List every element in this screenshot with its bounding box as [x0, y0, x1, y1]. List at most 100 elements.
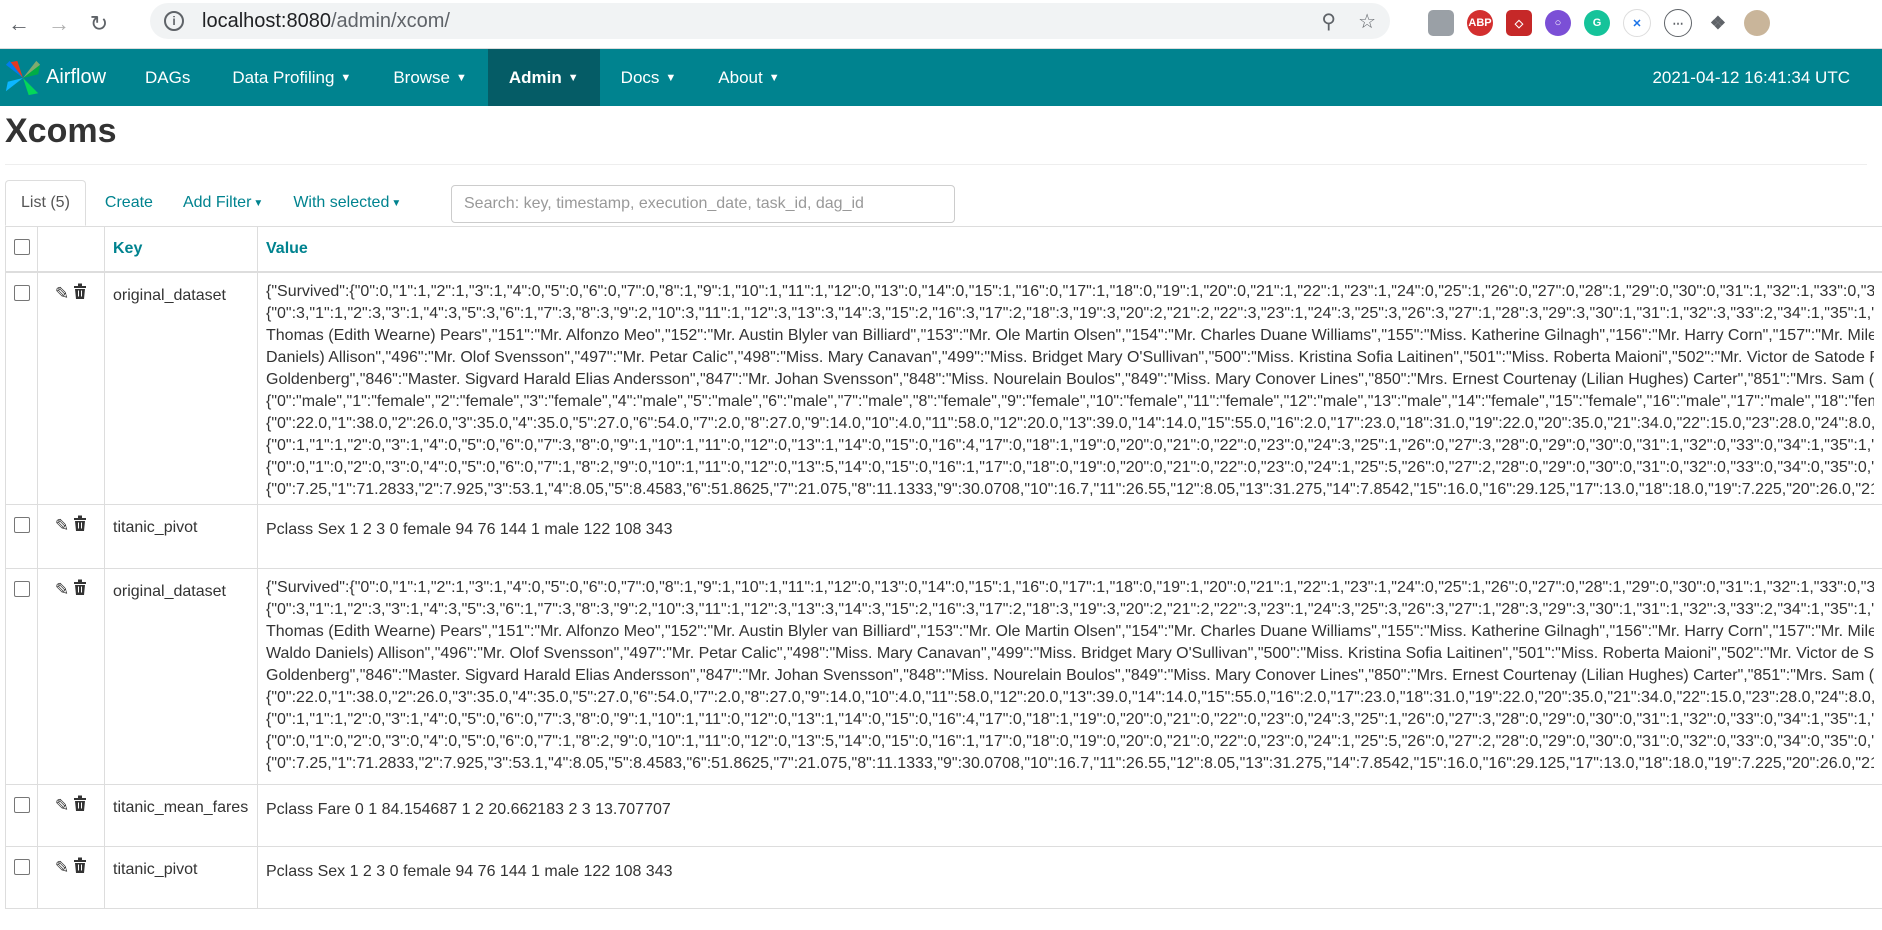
back-icon[interactable]: ←: [0, 5, 38, 43]
value-column-header[interactable]: Value: [257, 226, 1882, 273]
value-line: {"0":0,"1":0,"2":0,"3":0,"4":0,"5":0,"6"…: [266, 732, 1874, 750]
server-clock: 2021-04-12 16:41:34 UTC: [1652, 67, 1850, 87]
key-cell: original_dataset: [104, 271, 258, 505]
page-content: Xcoms List (5) Create Add Filter ▼ With s…: [0, 106, 1882, 909]
table-row: ✎ titanic_mean_fares Pclass Fare 0 1 84.15…: [5, 783, 1882, 847]
value-line: {"0":7.25,"1":71.2833,"2":7.925,"3":53.1…: [266, 754, 1874, 772]
brand-name[interactable]: Airflow: [46, 66, 106, 89]
edit-icon[interactable]: ✎: [55, 284, 69, 304]
edit-icon[interactable]: ✎: [55, 796, 69, 816]
chevron-down-icon: ▼: [456, 71, 467, 84]
key-column-header[interactable]: Key: [104, 226, 258, 273]
select-all-cell: [5, 226, 38, 273]
value-line: {"0":1,"1":1,"2":0,"3":1,"4":0,"5":0,"6"…: [266, 437, 1874, 454]
extensions-bar: ABP ◇ ○ G ✕ ⋯ ❖: [1428, 8, 1770, 38]
key-cell: original_dataset: [104, 567, 258, 785]
value-line: {"Survived":{"0":0,"1":1,"2":1,"3":1,"4"…: [266, 283, 1874, 300]
ext-purple-icon[interactable]: ○: [1545, 10, 1571, 36]
value-line: {"0":22.0,"1":38.0,"2":26.0,"3":35.0,"4"…: [266, 688, 1874, 706]
row-checkbox[interactable]: [14, 580, 30, 597]
browser-toolbar: ← → ↻ i localhost:8080/admin/xcom/ ⚲ ☆ A…: [0, 0, 1882, 49]
brand[interactable]: Airflow: [4, 49, 106, 106]
select-all-checkbox[interactable]: [13, 238, 30, 255]
menu-data-profiling[interactable]: Data Profiling ▼: [211, 49, 372, 106]
delete-icon[interactable]: [73, 515, 87, 536]
reload-icon[interactable]: ↻: [80, 5, 118, 43]
value-cell: Pclass Fare 0 1 84.154687 1 2 20.662183 …: [257, 783, 1882, 847]
main-menu: DAGs Data Profiling ▼ Browse ▼ Admin ▼ Docs…: [124, 49, 801, 106]
row-checkbox[interactable]: [14, 796, 30, 813]
chevron-down-icon: ▼: [768, 71, 780, 84]
delete-icon[interactable]: [73, 283, 87, 304]
key-cell: titanic_pivot: [104, 845, 258, 909]
value-line: Goldenberg","846":"Master. Sigvard Haral…: [266, 371, 1874, 388]
xcom-table: Key Value ✎ original_dataset {"Survived":{…: [5, 226, 1882, 909]
value-line: Thomas (Edith Wearne) Pears","151":"Mr. …: [266, 622, 1874, 640]
value-line: Pclass Sex 1 2 3 0 female 94 76 144 1 ma…: [266, 520, 673, 538]
create-link[interactable]: Create: [90, 181, 168, 225]
ext-bracket-icon[interactable]: ⋯: [1664, 9, 1692, 37]
row-actions-cell: ✎: [37, 845, 105, 909]
edit-icon[interactable]: ✎: [55, 516, 69, 536]
value-line: {"0":1,"1":1,"2":0,"3":1,"4":0,"5":0,"6"…: [266, 710, 1874, 728]
row-select-cell: [5, 271, 38, 505]
value-line: {"Survived":{"0":0,"1":1,"2":1,"3":1,"4"…: [266, 578, 1874, 596]
row-select-cell: [5, 783, 38, 847]
url-text[interactable]: localhost:8080/admin/xcom/: [202, 10, 450, 33]
value-line: Thomas (Edith Wearne) Pears","151":"Mr. …: [266, 327, 1874, 344]
edit-icon[interactable]: ✎: [55, 858, 69, 878]
airflow-logo-icon: [5, 60, 41, 95]
row-select-cell: [5, 845, 38, 909]
row-actions-cell: ✎: [37, 503, 105, 569]
star-icon[interactable]: ☆: [1358, 9, 1376, 34]
tab-list[interactable]: List (5): [5, 180, 86, 226]
row-actions-cell: ✎: [37, 567, 105, 785]
caret-down-icon: ▼: [253, 197, 264, 209]
search-input[interactable]: Search: key, timestamp, execution_date, …: [451, 185, 955, 223]
airflow-navbar: Airflow DAGs Data Profiling ▼ Browse ▼ Adm…: [0, 49, 1882, 106]
value-line: {"0":"male","1":"female","2":"female","3…: [266, 393, 1874, 410]
value-line: Pclass Fare 0 1 84.154687 1 2 20.662183 …: [266, 800, 671, 818]
page-title: Xcoms: [5, 112, 117, 150]
add-filter-dropdown[interactable]: Add Filter ▼: [168, 181, 278, 225]
profile-ext-icon[interactable]: [1428, 10, 1454, 36]
value-line: {"0":7.25,"1":71.2833,"2":7.925,"3":53.1…: [266, 481, 1874, 498]
row-checkbox[interactable]: [14, 285, 30, 301]
abp-icon[interactable]: ABP: [1467, 10, 1493, 36]
value-cell: Pclass Sex 1 2 3 0 female 94 76 144 1 ma…: [257, 845, 1882, 909]
value-cell: Pclass Sex 1 2 3 0 female 94 76 144 1 ma…: [257, 503, 1882, 569]
row-actions-cell: ✎: [37, 271, 105, 505]
menu-admin[interactable]: Admin ▼: [487, 49, 600, 106]
chevron-down-icon: ▼: [665, 71, 677, 84]
value-line: Waldo Daniels) Allison","496":"Mr. Olof …: [266, 644, 1874, 662]
forward-icon[interactable]: →: [40, 5, 78, 43]
table-row: ✎ original_dataset {"Survived":{"0":0,"1":…: [5, 567, 1882, 785]
value-line: {"0":0,"1":0,"2":0,"3":0,"4":0,"5":0,"6"…: [266, 459, 1874, 476]
ext-yellow-icon[interactable]: ✕: [1623, 9, 1651, 37]
value-line: {"0":3,"1":1,"2":3,"3":1,"4":3,"5":3,"6"…: [266, 600, 1874, 618]
menu-docs[interactable]: Docs ▼: [600, 49, 698, 106]
delete-icon[interactable]: [73, 579, 87, 600]
row-checkbox[interactable]: [14, 858, 30, 875]
list-toolbar: List (5) Create Add Filter ▼ With selecte…: [5, 180, 1882, 226]
avatar[interactable]: [1744, 10, 1770, 36]
chevron-down-icon: ▼: [567, 71, 579, 84]
grammarly-icon[interactable]: G: [1584, 10, 1610, 36]
menu-dags[interactable]: DAGs: [124, 49, 211, 106]
value-line: {"0":3,"1":1,"2":3,"3":1,"4":3,"5":3,"6"…: [266, 305, 1874, 322]
menu-browse[interactable]: Browse ▼: [372, 49, 488, 106]
edit-icon[interactable]: ✎: [55, 580, 69, 600]
row-checkbox[interactable]: [14, 516, 30, 533]
table-row: ✎ titanic_pivot Pclass Sex 1 2 3 0 female …: [5, 503, 1882, 569]
info-icon[interactable]: i: [164, 11, 184, 31]
pdf-icon[interactable]: ◇: [1506, 10, 1532, 36]
table-row: ✎ original_dataset {"Survived":{"0":0,"1":…: [5, 271, 1882, 505]
with-selected-dropdown[interactable]: With selected ▼: [278, 181, 416, 225]
menu-about[interactable]: About ▼: [697, 49, 800, 106]
table-header-row: Key Value: [5, 226, 1882, 273]
address-bar[interactable]: i localhost:8080/admin/xcom/ ⚲ ☆: [150, 3, 1390, 39]
puzzle-icon[interactable]: ❖: [1705, 10, 1731, 36]
delete-icon[interactable]: [73, 857, 87, 878]
zoom-icon[interactable]: ⚲: [1321, 9, 1336, 34]
delete-icon[interactable]: [73, 795, 87, 816]
